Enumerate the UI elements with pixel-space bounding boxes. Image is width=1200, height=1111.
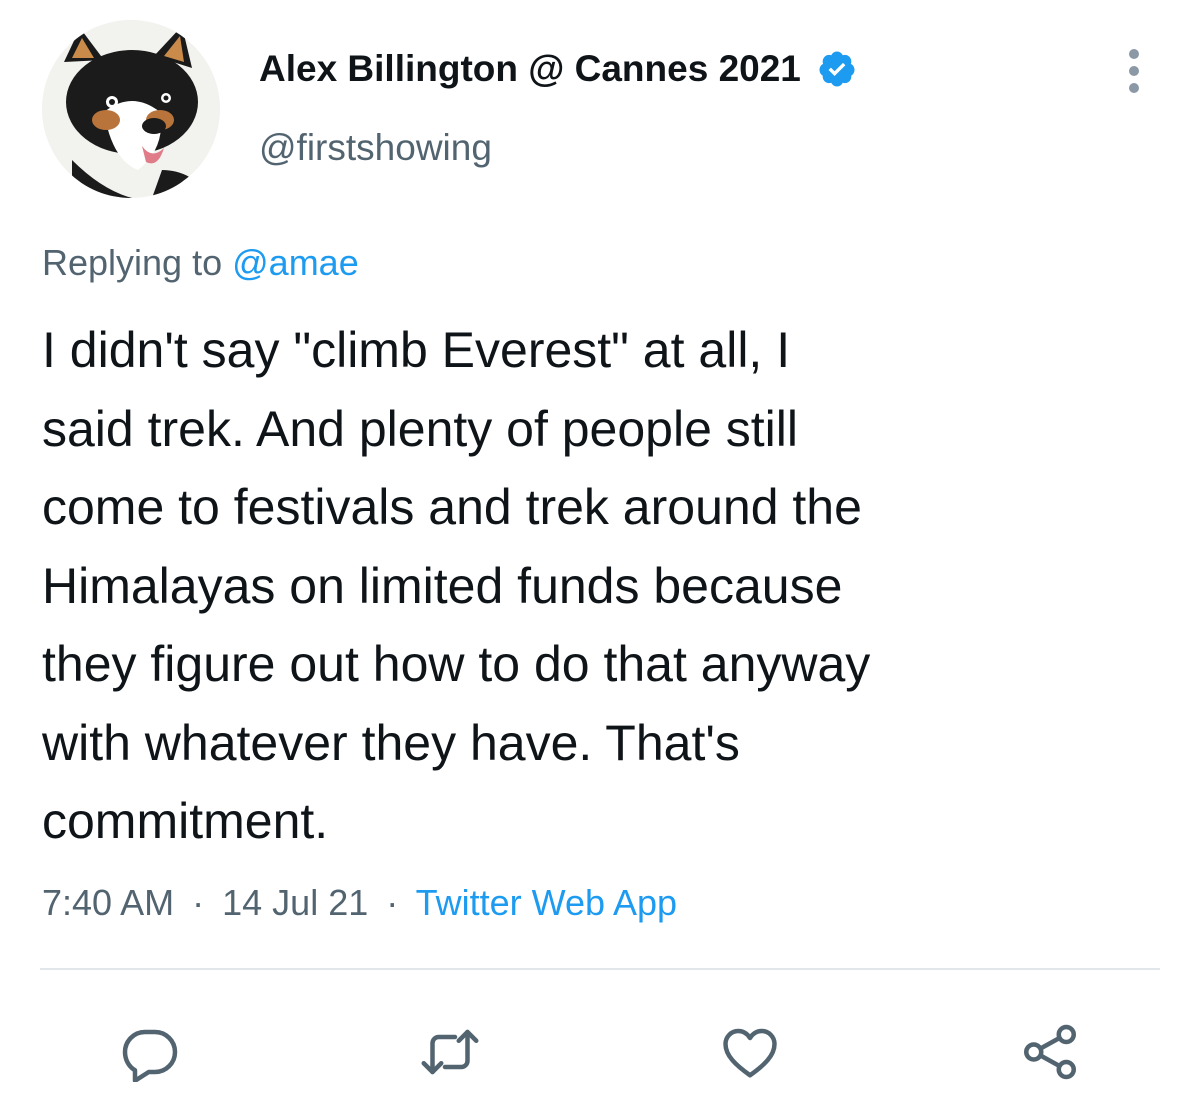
tweet-metadata: 7:40 AM · 14 Jul 21 · Twitter Web App: [42, 882, 677, 924]
heart-icon: [723, 1028, 777, 1078]
reply-button[interactable]: [116, 1018, 184, 1086]
display-name-text: Alex Billington @ Cannes 2021: [259, 48, 801, 89]
tweet-date[interactable]: 14 Jul 21: [222, 882, 368, 923]
more-options-icon[interactable]: [1122, 46, 1146, 96]
retweet-icon: [421, 1029, 479, 1075]
husky-dog-avatar-icon: [42, 20, 220, 198]
share-button[interactable]: [1016, 1018, 1084, 1086]
divider: [40, 968, 1160, 970]
tweet-text-line: commitment.: [42, 793, 329, 849]
like-button[interactable]: [716, 1018, 784, 1086]
meta-separator: ·: [192, 882, 205, 923]
tweet-text-line: Himalayas on limited funds because: [42, 557, 843, 614]
share-icon: [1024, 1024, 1076, 1080]
author-display-name[interactable]: Alex Billington @ Cannes 2021: [259, 48, 857, 90]
meta-separator: ·: [386, 882, 399, 923]
tweet-text: I didn't say "climb Everest" at all, I s…: [42, 311, 1152, 861]
tweet-source-link[interactable]: Twitter Web App: [416, 882, 677, 923]
retweet-button[interactable]: [416, 1018, 484, 1086]
avatar[interactable]: [42, 20, 220, 198]
tweet-time[interactable]: 7:40 AM: [42, 882, 174, 923]
author-handle[interactable]: @firstshowing: [259, 127, 492, 169]
tweet-text-line: said trek. And plenty of people still: [42, 400, 799, 457]
tweet-text-line: come to festivals and trek around the: [42, 479, 862, 535]
tweet-text-line: they figure out how to do that anyway: [42, 636, 871, 692]
tweet-text-line: with whatever they have. That's: [42, 714, 740, 771]
verified-badge-icon: [817, 49, 857, 89]
tweet-text-line: I didn't say "climb Everest" at all, I: [42, 322, 791, 378]
replying-to: Replying to @amae: [42, 242, 359, 284]
reply-mention-link[interactable]: @amae: [232, 242, 359, 283]
replying-to-label: Replying to: [42, 242, 223, 283]
reply-icon: [122, 1029, 178, 1082]
